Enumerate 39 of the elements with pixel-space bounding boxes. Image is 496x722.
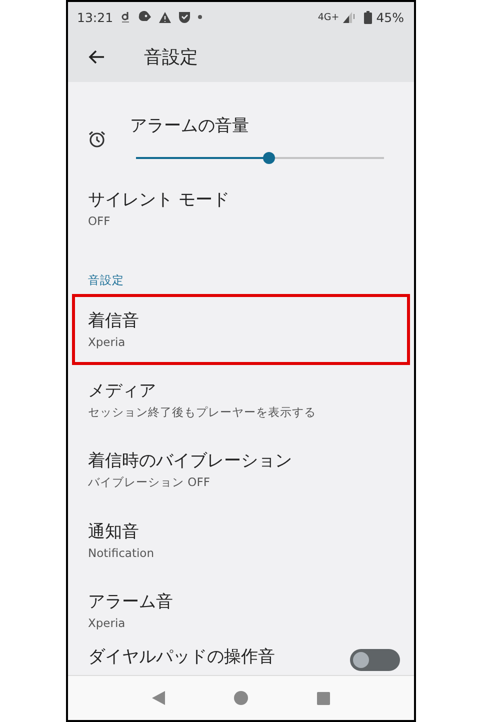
screen-title: 音設定 — [144, 46, 198, 69]
section-header: 音設定 — [87, 272, 125, 290]
setting-summary: Xperia — [88, 335, 126, 350]
setting-summary: バイブレーション OFF — [88, 475, 210, 490]
slider-title: アラームの音量 — [130, 114, 249, 137]
setting-row[interactable]: サイレント モード OFF — [68, 173, 414, 244]
back-triangle-icon — [152, 691, 166, 705]
dot-icon — [198, 15, 202, 19]
setting-row[interactable]: アラーム音 Xperia — [68, 575, 414, 646]
setting-row[interactable]: メディア セッション終了後もプレーヤーを表示する — [68, 364, 414, 435]
setting-summary: OFF — [88, 214, 110, 228]
setting-summary: Xperia — [88, 616, 126, 630]
warning-icon — [159, 12, 172, 22]
status-time: 13:21 — [77, 10, 114, 24]
setting-title: ダイヤルパッドの操作音 — [88, 646, 275, 668]
d-logo-icon — [121, 10, 130, 24]
setting-summary: Notification — [88, 546, 154, 560]
setting-title: 着信時のバイブレーション — [88, 450, 292, 472]
alarm-clock-icon — [88, 130, 106, 148]
highlighted-setting-row[interactable]: 着信音 Xperia — [72, 294, 410, 365]
back-icon — [88, 50, 104, 64]
setting-summary: セッション終了後もプレーヤーを表示する — [88, 405, 316, 420]
recents-square-icon — [316, 692, 330, 704]
setting-title: 通知音 — [88, 521, 139, 544]
setting-title: アラーム音 — [88, 591, 173, 614]
setting-title: メディア — [88, 380, 156, 402]
setting-row[interactable]: 着信時のバイブレーション バイブレーション OFF — [68, 434, 414, 505]
tag-icon — [138, 11, 152, 23]
battery-percent: 45% — [376, 10, 404, 24]
home-circle-icon — [234, 691, 248, 705]
setting-title: サイレント モード — [88, 189, 230, 212]
signal-icon — [343, 12, 356, 22]
toggle-switch[interactable] — [350, 649, 400, 672]
battery-icon — [364, 10, 372, 24]
shield-icon — [179, 11, 190, 23]
setting-title: 着信音 — [88, 310, 139, 332]
slider-thumb[interactable] — [262, 152, 275, 164]
setting-row[interactable]: 通知音 Notification — [68, 504, 414, 576]
network-type: 4G+ — [318, 12, 340, 22]
